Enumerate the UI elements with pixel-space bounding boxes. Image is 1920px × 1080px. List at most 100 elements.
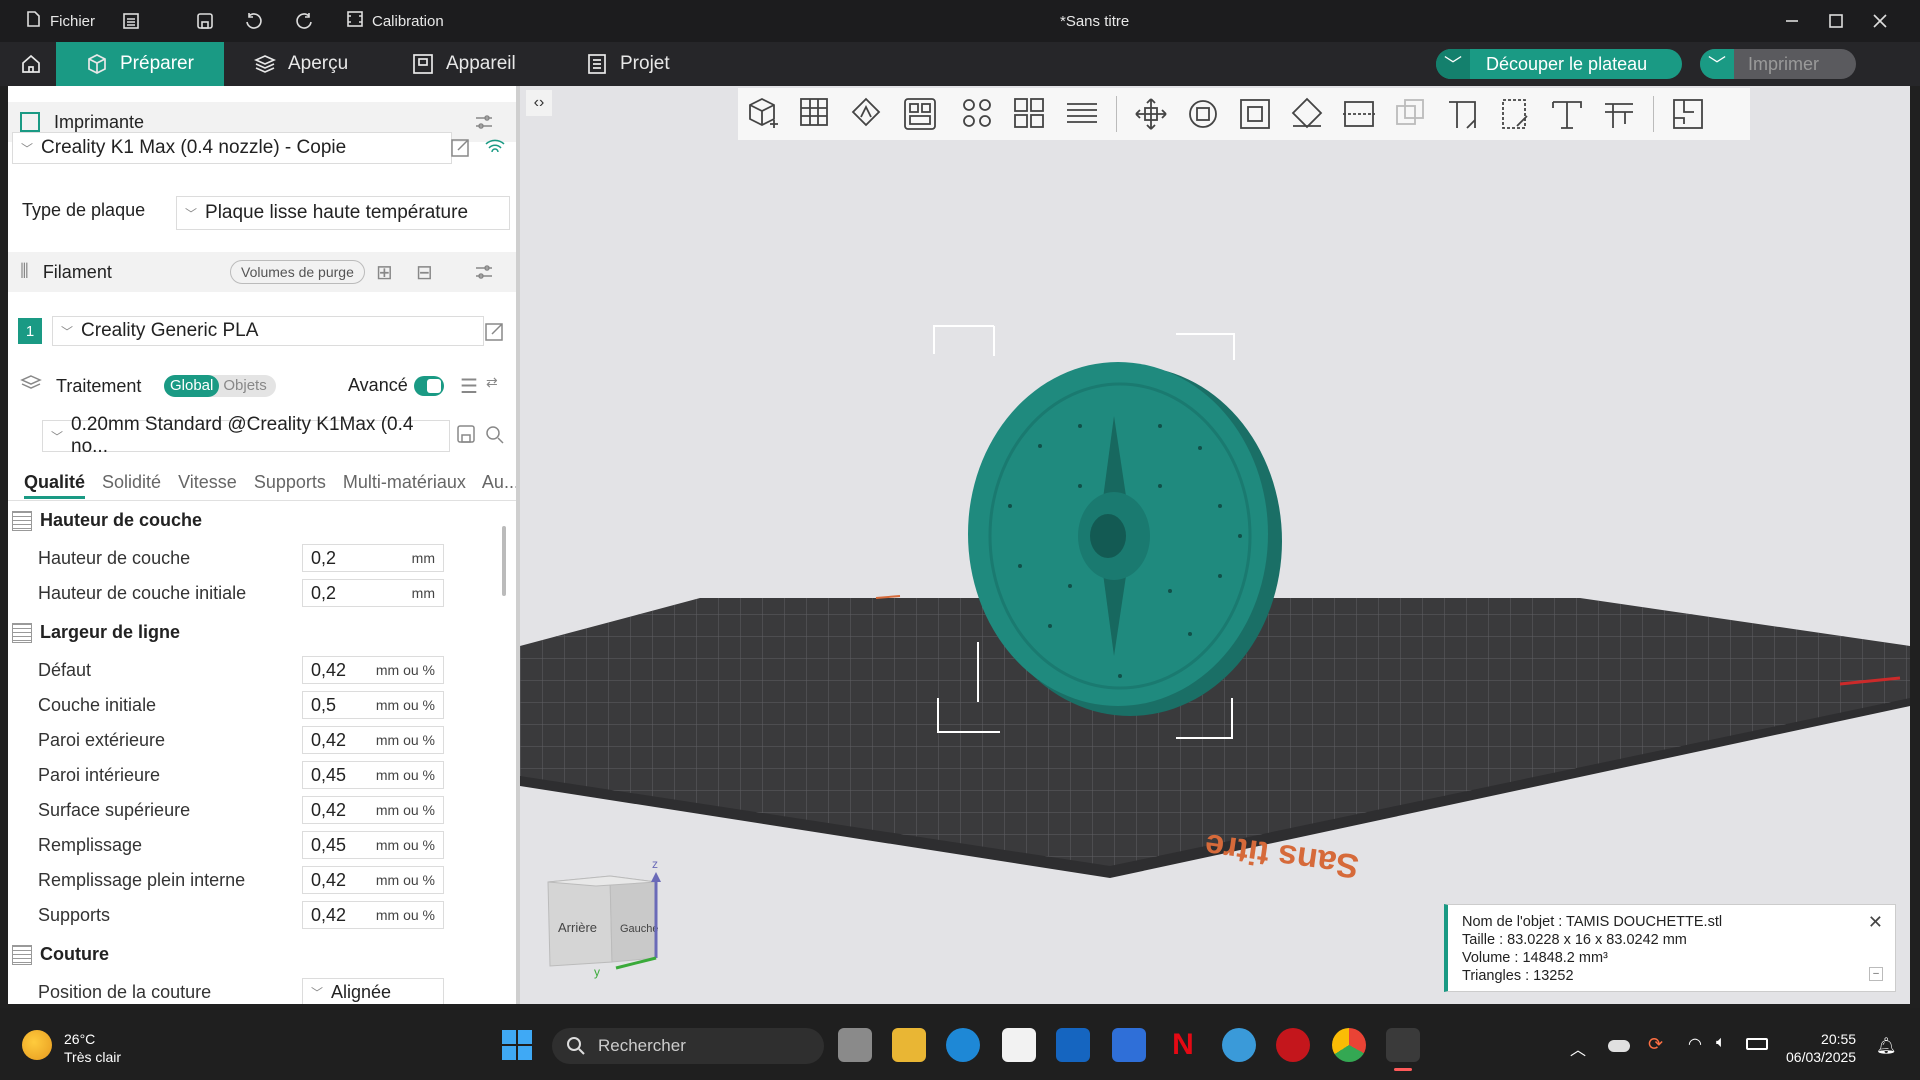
printer-settings-icon[interactable]	[474, 112, 494, 137]
compare-icon[interactable]: ☰	[460, 374, 478, 399]
file-menu[interactable]: Fichier	[24, 0, 95, 42]
creality-cloud-icon[interactable]	[1112, 1028, 1146, 1062]
calibration-menu[interactable]: Calibration	[346, 0, 444, 42]
filament-select[interactable]: ﹀ Creality Generic PLA	[52, 316, 484, 346]
subtab-other[interactable]: Au...	[482, 472, 516, 492]
slice-plate-button[interactable]: ﹀ Découper le plateau	[1436, 49, 1682, 79]
collapse-icon[interactable]: –	[1869, 967, 1883, 981]
onedrive-icon[interactable]	[1608, 1040, 1630, 1052]
panel-scrollbar[interactable]	[502, 526, 506, 596]
scale-button[interactable]	[1229, 88, 1281, 140]
support-paint-button[interactable]	[1437, 88, 1489, 140]
edge-icon[interactable]	[946, 1028, 980, 1062]
initial-layer-height-input[interactable]: 0,2 mm	[302, 579, 444, 607]
line-width-initial-input[interactable]: 0,5 mm ou %	[302, 691, 444, 719]
toggle-objects[interactable]: Objets	[219, 375, 270, 397]
split-objects-button[interactable]	[952, 88, 1004, 140]
toggle-global[interactable]: Global	[164, 375, 220, 397]
advanced-switch[interactable]	[414, 376, 444, 396]
undo-button[interactable]	[244, 0, 264, 42]
line-width-infill-input[interactable]: 0,45 mm ou %	[302, 831, 444, 859]
tab-prepare[interactable]: Préparer	[56, 42, 224, 86]
menu-list-button[interactable]	[122, 0, 140, 42]
filament-slot-badge[interactable]: 1	[18, 318, 42, 344]
creality-print-icon[interactable]	[1386, 1028, 1420, 1062]
rotate-button[interactable]	[1177, 88, 1229, 140]
print-dropdown-icon[interactable]: ﹀	[1700, 49, 1734, 79]
app-icon-s[interactable]	[1222, 1028, 1256, 1062]
save-button[interactable]	[196, 0, 214, 42]
notification-icon[interactable]: 🔔︎	[1876, 1036, 1896, 1056]
seam-paint-button[interactable]	[1489, 88, 1541, 140]
file-explorer-icon[interactable]	[892, 1028, 926, 1062]
maximize-button[interactable]	[1828, 0, 1844, 42]
home-button[interactable]	[0, 42, 62, 86]
cut-button[interactable]	[1333, 88, 1385, 140]
line-width-supports-input[interactable]: 0,42 mm ou %	[302, 901, 444, 929]
line-width-internal-solid-input[interactable]: 0,42 mm ou %	[302, 866, 444, 894]
line-width-outer-wall-input[interactable]: 0,42 mm ou %	[302, 726, 444, 754]
layers-button[interactable]	[1056, 88, 1108, 140]
clock[interactable]: 20:55 06/03/2025	[1786, 1030, 1856, 1066]
weather-widget[interactable]: 26°C Très clair	[64, 1030, 121, 1066]
volume-icon[interactable]: 🔈︎	[1716, 1034, 1726, 1052]
weather-icon[interactable]	[22, 1030, 52, 1060]
chrome-icon[interactable]	[1332, 1028, 1366, 1062]
subtab-strength[interactable]: Solidité	[102, 472, 161, 492]
print-button[interactable]: ﹀ Imprimer	[1700, 49, 1856, 79]
search-icon[interactable]	[484, 424, 506, 451]
add-filament-icon[interactable]: ⊞	[376, 260, 393, 285]
store-icon[interactable]	[1002, 1028, 1036, 1062]
task-view-icon[interactable]	[838, 1028, 872, 1062]
app-icon-star[interactable]	[1276, 1028, 1310, 1062]
filament-settings-icon[interactable]	[474, 262, 494, 287]
view-cube-left[interactable]: Gauche	[620, 923, 659, 935]
line-width-inner-wall-input[interactable]: 0,45 mm ou %	[302, 761, 444, 789]
tray-chevron-up-icon[interactable]: ︿	[1570, 1036, 1586, 1060]
subtab-supports[interactable]: Supports	[254, 472, 326, 492]
edit-filament-icon[interactable]	[484, 320, 506, 347]
tab-preview[interactable]: Aperçu	[224, 42, 378, 86]
battery-icon[interactable]	[1746, 1038, 1768, 1050]
subtab-speed[interactable]: Vitesse	[178, 472, 237, 492]
subtab-multimaterial[interactable]: Multi-matériaux	[343, 472, 466, 492]
tab-project[interactable]: Projet	[556, 42, 700, 86]
remove-filament-icon[interactable]: ⊟	[416, 260, 433, 285]
add-plate-button[interactable]	[790, 88, 842, 140]
move-button[interactable]	[1125, 88, 1177, 140]
assembly-button[interactable]	[1662, 88, 1714, 140]
split-parts-button[interactable]	[1004, 88, 1056, 140]
slice-dropdown-icon[interactable]: ﹀	[1436, 49, 1470, 79]
layer-height-input[interactable]: 0,2 mm	[302, 544, 444, 572]
windows-start-icon[interactable]	[502, 1030, 532, 1060]
edit-printer-icon[interactable]	[450, 136, 472, 163]
sync-icon[interactable]: ⟳	[1648, 1034, 1663, 1055]
text-button[interactable]	[1541, 88, 1593, 140]
subtab-quality[interactable]: Qualité	[24, 472, 86, 499]
add-object-button[interactable]	[738, 88, 790, 140]
process-profile-select[interactable]: ﹀ 0.20mm Standard @Creality K1Max (0.4 n…	[42, 414, 450, 457]
arrange-button[interactable]	[894, 88, 946, 140]
save-profile-icon[interactable]	[456, 424, 478, 451]
place-on-face-button[interactable]	[1281, 88, 1333, 140]
3d-viewport[interactable]: Sans titre Arrière Gauche z y ‹›	[520, 86, 1910, 1004]
auto-orient-button[interactable]	[842, 88, 894, 140]
taskbar-search[interactable]: Rechercher	[552, 1028, 824, 1064]
plate-type-select[interactable]: ﹀ Plaque lisse haute température	[176, 196, 510, 230]
collapse-sidebar-icon[interactable]: ‹›	[526, 90, 552, 116]
close-window-button[interactable]	[1872, 0, 1888, 42]
wifi-tray-icon[interactable]: ◠	[1688, 1034, 1702, 1054]
view-cube-back[interactable]: Arrière	[558, 920, 597, 935]
purge-volumes-button[interactable]: Volumes de purge	[230, 260, 365, 284]
ab-compare-icon[interactable]: ⇄	[486, 374, 498, 391]
wifi-icon[interactable]	[484, 136, 506, 163]
tab-device[interactable]: Appareil	[382, 42, 546, 86]
measure-button[interactable]	[1593, 88, 1645, 140]
minimize-button[interactable]	[1784, 0, 1800, 42]
netflix-icon[interactable]: N	[1166, 1028, 1200, 1062]
redo-button[interactable]	[294, 0, 314, 42]
printer-select[interactable]: ﹀ Creality K1 Max (0.4 nozzle) - Copie	[12, 132, 452, 164]
line-width-default-input[interactable]: 0,42 mm ou %	[302, 656, 444, 684]
close-icon[interactable]: ✕	[1868, 913, 1883, 931]
boolean-button[interactable]	[1385, 88, 1437, 140]
